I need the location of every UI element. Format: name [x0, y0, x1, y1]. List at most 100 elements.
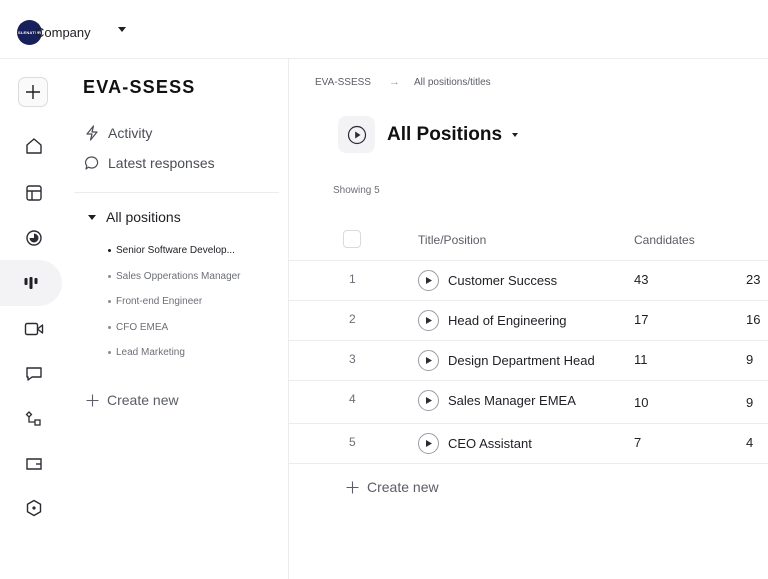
- bullet-icon: [108, 351, 111, 355]
- row-title[interactable]: Head of Engineering: [418, 310, 567, 331]
- table-row[interactable]: 4 Sales Manager EMEA 10 9: [289, 381, 768, 424]
- rail-pipeline[interactable]: [0, 260, 62, 306]
- nav-create-new-label: Create new: [107, 392, 179, 408]
- rail-messages[interactable]: [6, 351, 62, 397]
- select-all-checkbox[interactable]: [343, 230, 361, 248]
- bullet-icon: [108, 274, 111, 278]
- row-value: 16: [746, 312, 761, 327]
- card-icon: [26, 458, 42, 470]
- kanban-icon: [24, 277, 38, 289]
- row-title[interactable]: CEO Assistant: [418, 433, 532, 454]
- top-bar: SLENATUR Company: [0, 0, 768, 59]
- column-header-candidates[interactable]: Candidates: [634, 233, 695, 247]
- play-icon-button[interactable]: [338, 116, 375, 153]
- rail-analytics[interactable]: [6, 215, 62, 261]
- rail-settings[interactable]: [6, 485, 62, 531]
- main-content: EVA-SSESS → All positions/titles All Pos…: [289, 59, 768, 579]
- lightning-icon: [86, 125, 98, 141]
- rail-home[interactable]: [6, 123, 62, 169]
- layout-icon: [26, 185, 42, 201]
- rail-layout[interactable]: [6, 170, 62, 216]
- plus-icon: [26, 85, 40, 99]
- bullet-icon: [108, 325, 111, 329]
- rail-card[interactable]: [6, 441, 62, 487]
- nav-activity[interactable]: Activity: [84, 125, 152, 141]
- plus-icon: [346, 481, 359, 493]
- breadcrumb: EVA-SSESS → All positions/titles: [315, 76, 491, 88]
- messages-icon: [26, 367, 42, 381]
- add-button[interactable]: [18, 77, 48, 107]
- table-row[interactable]: 2 Head of Engineering 17 16: [289, 301, 768, 341]
- play-icon[interactable]: [418, 390, 439, 411]
- pie-chart-icon: [26, 230, 42, 246]
- column-header-title[interactable]: Title/Position: [418, 233, 486, 247]
- brand-logo[interactable]: EVA-SSESS: [83, 77, 196, 98]
- icon-rail: [0, 59, 66, 579]
- row-candidates: 11: [634, 352, 648, 367]
- home-icon: [26, 138, 42, 154]
- tree-item-label: Sales Opperations Manager: [116, 270, 241, 282]
- tree-item[interactable]: CFO EMEA: [108, 315, 241, 341]
- table-row[interactable]: 3 Design Department Head 11 9: [289, 341, 768, 381]
- tree-root-label: All positions: [106, 209, 181, 225]
- page-header: All Positions: [338, 116, 519, 153]
- rail-workflow[interactable]: [6, 396, 62, 442]
- row-title-label: Design Department Head: [448, 353, 595, 368]
- result-count: Showing 5: [333, 185, 380, 196]
- row-candidates: 10: [634, 395, 649, 410]
- tree-item[interactable]: Front-end Engineer: [108, 289, 241, 315]
- tree-item-label: Front-end Engineer: [116, 296, 203, 308]
- row-number: 3: [349, 352, 356, 366]
- bullet-icon: [108, 249, 111, 253]
- caret-down-icon[interactable]: [512, 132, 519, 137]
- bullet-icon: [108, 300, 111, 304]
- page-title: All Positions: [387, 123, 503, 145]
- rail-video[interactable]: [6, 306, 62, 352]
- tree-item-label: CFO EMEA: [116, 321, 169, 333]
- plus-icon: [86, 394, 99, 406]
- row-title-label: Head of Engineering: [448, 313, 567, 328]
- row-candidates: 17: [634, 312, 649, 327]
- play-icon[interactable]: [418, 310, 439, 331]
- row-number: 4: [349, 392, 356, 406]
- table-row[interactable]: 5 CEO Assistant 7 4: [289, 424, 768, 464]
- secondary-nav: EVA-SSESS Activity Latest responses All …: [66, 59, 288, 579]
- caret-down-icon[interactable]: [118, 27, 126, 32]
- row-title-label: Sales Manager EMEA: [448, 393, 576, 408]
- play-icon[interactable]: [418, 270, 439, 291]
- positions-tree: Senior Software Develop... Sales Opperat…: [108, 238, 241, 366]
- chat-bubble-icon: [84, 156, 99, 170]
- nav-create-new-button[interactable]: Create new: [86, 392, 179, 408]
- row-title-label: CEO Assistant: [448, 436, 532, 451]
- row-title[interactable]: Sales Manager EMEA: [418, 390, 576, 411]
- breadcrumb-current: All positions/titles: [413, 76, 491, 88]
- tree-all-positions[interactable]: All positions: [88, 209, 181, 225]
- arrow-right-icon: →: [388, 76, 400, 88]
- row-value: 4: [746, 435, 754, 450]
- row-candidates: 7: [634, 435, 642, 450]
- tree-item[interactable]: Lead Marketing: [108, 340, 241, 366]
- tree-item[interactable]: Senior Software Develop...: [108, 238, 241, 264]
- nav-latest-responses[interactable]: Latest responses: [84, 155, 215, 171]
- table-row[interactable]: 1 Customer Success 43 23: [289, 261, 768, 301]
- play-icon[interactable]: [418, 350, 439, 371]
- tree-item-label: Lead Marketing: [116, 347, 185, 359]
- nav-divider: [74, 192, 279, 193]
- row-value: 23: [746, 272, 761, 287]
- row-title-label: Customer Success: [448, 273, 558, 288]
- tree-item[interactable]: Sales Opperations Manager: [108, 264, 241, 290]
- caret-down-icon[interactable]: [88, 214, 96, 220]
- row-number: 1: [349, 272, 356, 286]
- hexagon-icon: [26, 499, 42, 517]
- company-switcher[interactable]: Company: [35, 25, 91, 40]
- tree-item-label: Senior Software Develop...: [116, 245, 235, 257]
- row-title[interactable]: Customer Success: [418, 270, 557, 291]
- breadcrumb-root[interactable]: EVA-SSESS: [315, 77, 371, 88]
- play-icon[interactable]: [418, 433, 439, 454]
- row-title[interactable]: Design Department Head: [418, 350, 595, 371]
- nav-activity-label: Activity: [108, 125, 153, 141]
- table-create-new-button[interactable]: Create new: [346, 479, 439, 495]
- table-header: Title/Position Candidates: [289, 219, 768, 261]
- video-icon: [24, 322, 44, 336]
- row-number: 2: [349, 312, 356, 326]
